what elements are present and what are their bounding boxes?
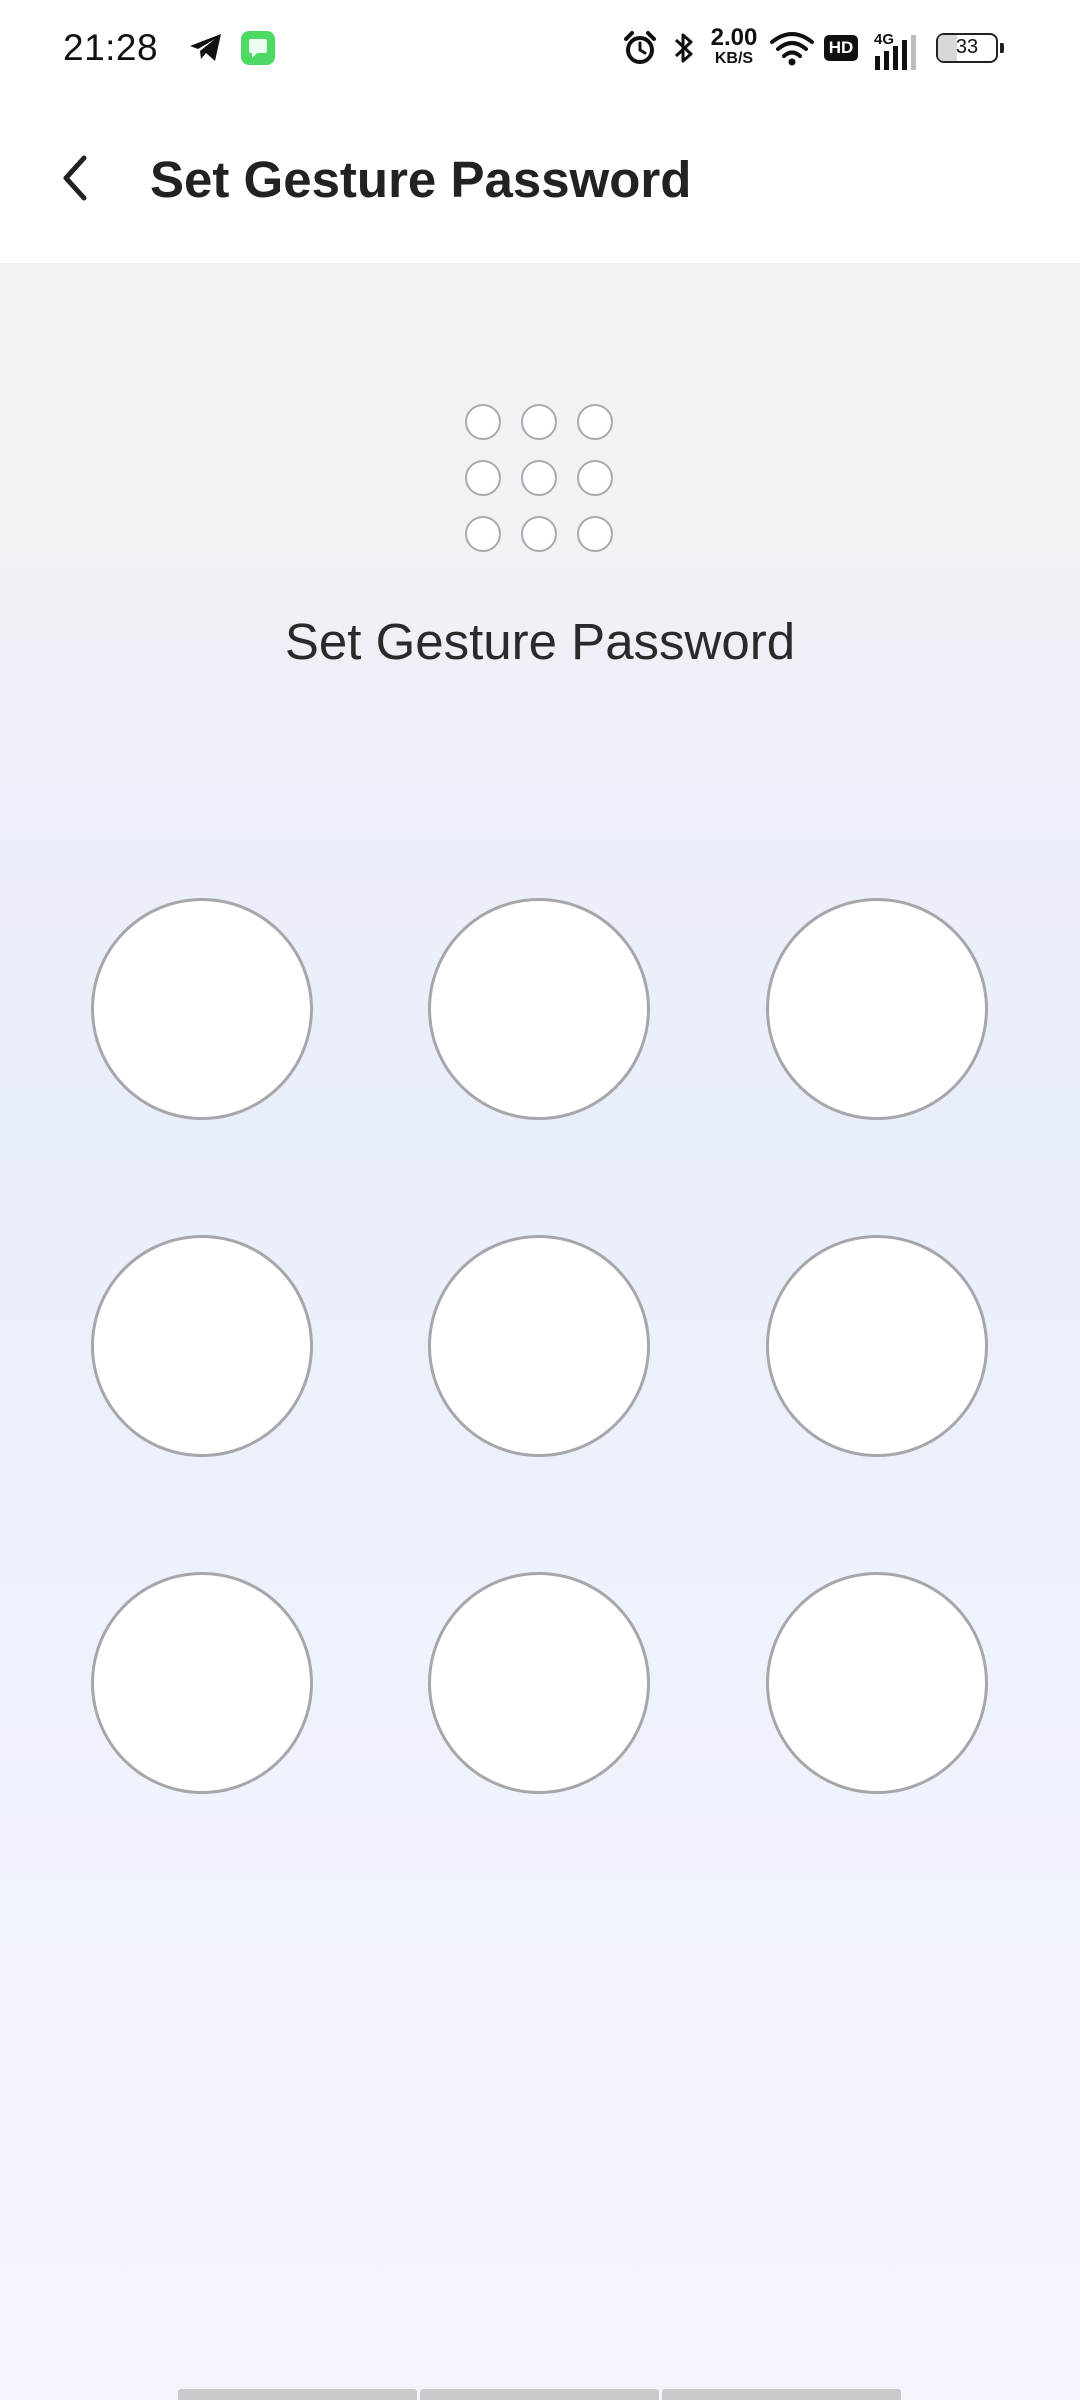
preview-dot xyxy=(521,404,557,440)
gesture-node-9[interactable] xyxy=(766,1572,988,1794)
bluetooth-icon xyxy=(668,24,700,72)
page-title: Set Gesture Password xyxy=(150,151,692,208)
navigation-gesture-bar[interactable] xyxy=(178,2389,901,2400)
network-speed-value: 2.00 xyxy=(710,24,758,51)
gesture-node-1[interactable] xyxy=(91,898,313,1120)
telegram-icon xyxy=(186,24,226,72)
gesture-setup-panel: Set Gesture Password xyxy=(0,263,1080,2400)
gesture-pad[interactable] xyxy=(91,898,991,1798)
gesture-node-2[interactable] xyxy=(428,898,650,1120)
gesture-node-5[interactable] xyxy=(428,1235,650,1457)
status-bar: 21:28 2.00 KB/S HD 4G 33 xyxy=(0,0,1080,96)
alarm-icon xyxy=(620,24,660,72)
messages-app-icon xyxy=(238,24,278,72)
status-time: 21:28 xyxy=(63,27,159,68)
chevron-left-icon xyxy=(63,155,87,201)
gesture-node-6[interactable] xyxy=(766,1235,988,1457)
wifi-icon xyxy=(768,24,816,72)
nav-bar-segment xyxy=(420,2389,659,2400)
battery-icon: 33 xyxy=(936,33,1004,63)
network-speed-unit: KB/S xyxy=(714,50,754,67)
battery-percentage: 33 xyxy=(955,36,979,58)
preview-dot xyxy=(465,404,501,440)
preview-dot xyxy=(577,460,613,496)
gesture-node-4[interactable] xyxy=(91,1235,313,1457)
gesture-preview-grid xyxy=(465,404,615,554)
preview-dot xyxy=(577,516,613,552)
preview-dot xyxy=(465,460,501,496)
hd-icon: HD xyxy=(822,24,860,72)
gesture-node-7[interactable] xyxy=(91,1572,313,1794)
nav-bar-segment xyxy=(662,2389,901,2400)
back-button[interactable] xyxy=(40,142,112,214)
network-speed: 2.00 KB/S xyxy=(704,26,764,68)
preview-dot xyxy=(521,460,557,496)
gesture-node-3[interactable] xyxy=(766,898,988,1120)
preview-dot xyxy=(577,404,613,440)
preview-dot xyxy=(465,516,501,552)
hd-label: HD xyxy=(824,35,858,61)
gesture-node-8[interactable] xyxy=(428,1572,650,1794)
nav-bar-segment xyxy=(178,2389,417,2400)
header: Set Gesture Password xyxy=(0,96,1080,263)
preview-dot xyxy=(521,516,557,552)
signal-icon: 4G xyxy=(872,24,922,72)
gesture-prompt: Set Gesture Password xyxy=(284,613,796,670)
